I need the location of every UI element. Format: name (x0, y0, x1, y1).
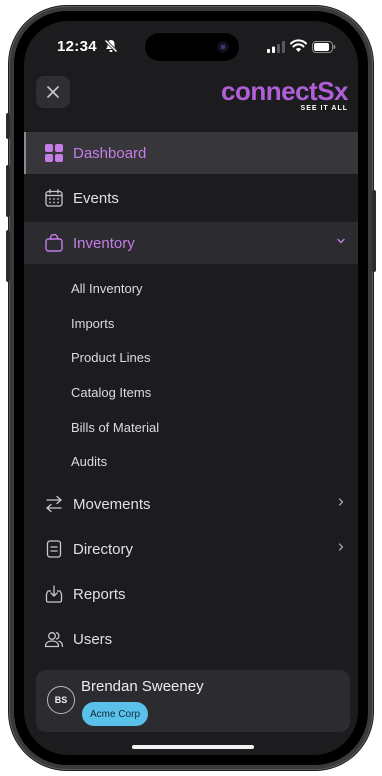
dynamic-island (145, 33, 239, 61)
cellular-signal-icon (267, 41, 285, 53)
calendar-icon (44, 188, 64, 208)
bell-slash-icon (104, 39, 118, 53)
submenu-item-imports[interactable]: Imports (24, 306, 358, 341)
nav-label-dashboard: Dashboard (73, 144, 147, 162)
submenu-item-catalog-items[interactable]: Catalog Items (24, 375, 358, 410)
submenu-item-product-lines[interactable]: Product Lines (24, 340, 358, 375)
logo-word-sx: Sx (317, 76, 348, 106)
user-name: Brendan Sweeney (81, 678, 204, 695)
app-screen: 12:34 connectSx SEE IT ALL Dashboard Eve… (24, 21, 358, 755)
users-icon (44, 629, 64, 649)
nav-label-directory: Directory (73, 540, 134, 558)
chevron-down-icon (337, 238, 345, 244)
submenu-item-all-inventory[interactable]: All Inventory (24, 271, 358, 306)
camera-icon (217, 41, 229, 53)
nav-label-users: Users (73, 630, 113, 648)
submenu-item-bills-of-material[interactable]: Bills of Material (24, 410, 358, 445)
nav-item-dashboard[interactable]: Dashboard (24, 132, 358, 174)
battery-icon (312, 41, 336, 53)
close-menu-button[interactable] (36, 76, 70, 108)
logo-tagline: SEE IT ALL (300, 105, 348, 112)
status-bar: 12:34 (24, 21, 358, 71)
wifi-icon (290, 39, 307, 52)
nav-label-movements: Movements (73, 495, 151, 513)
action-button (6, 113, 10, 139)
volume-down-button (6, 230, 10, 282)
connectsx-logo: connectSx SEE IT ALL (221, 78, 348, 112)
nav-item-movements[interactable]: Movements (24, 483, 358, 525)
avatar: BS (47, 686, 75, 714)
inventory-submenu: All Inventory Imports Product Lines Cata… (24, 267, 358, 483)
status-time: 12:34 (57, 38, 97, 55)
logo-word-connect: connect (221, 76, 318, 106)
document-list-icon (44, 539, 64, 559)
chevron-right-icon (338, 498, 344, 506)
arrows-swap-icon (44, 494, 64, 514)
power-button (372, 190, 376, 272)
submenu-item-audits[interactable]: Audits (24, 444, 358, 479)
dashboard-grid-icon (44, 143, 64, 163)
user-profile-card[interactable]: BS Brendan Sweeney Acme Corp (36, 670, 350, 732)
nav-item-directory[interactable]: Directory (24, 528, 358, 570)
close-icon (47, 86, 59, 98)
download-tray-icon (44, 584, 64, 604)
nav-label-inventory: Inventory (73, 234, 135, 252)
nav-label-reports: Reports (73, 585, 126, 603)
organization-badge[interactable]: Acme Corp (82, 702, 149, 726)
nav-item-events[interactable]: Events (24, 177, 358, 219)
shopping-bag-icon (44, 233, 64, 253)
nav-item-reports[interactable]: Reports (24, 573, 358, 615)
nav-label-events: Events (73, 189, 119, 207)
nav-item-inventory[interactable]: Inventory (24, 222, 358, 264)
side-nav: Dashboard Events Inventory All Inventory… (24, 132, 358, 663)
chevron-right-icon (338, 543, 344, 551)
home-indicator[interactable] (132, 745, 254, 749)
volume-up-button (6, 165, 10, 217)
nav-item-users[interactable]: Users (24, 618, 358, 660)
